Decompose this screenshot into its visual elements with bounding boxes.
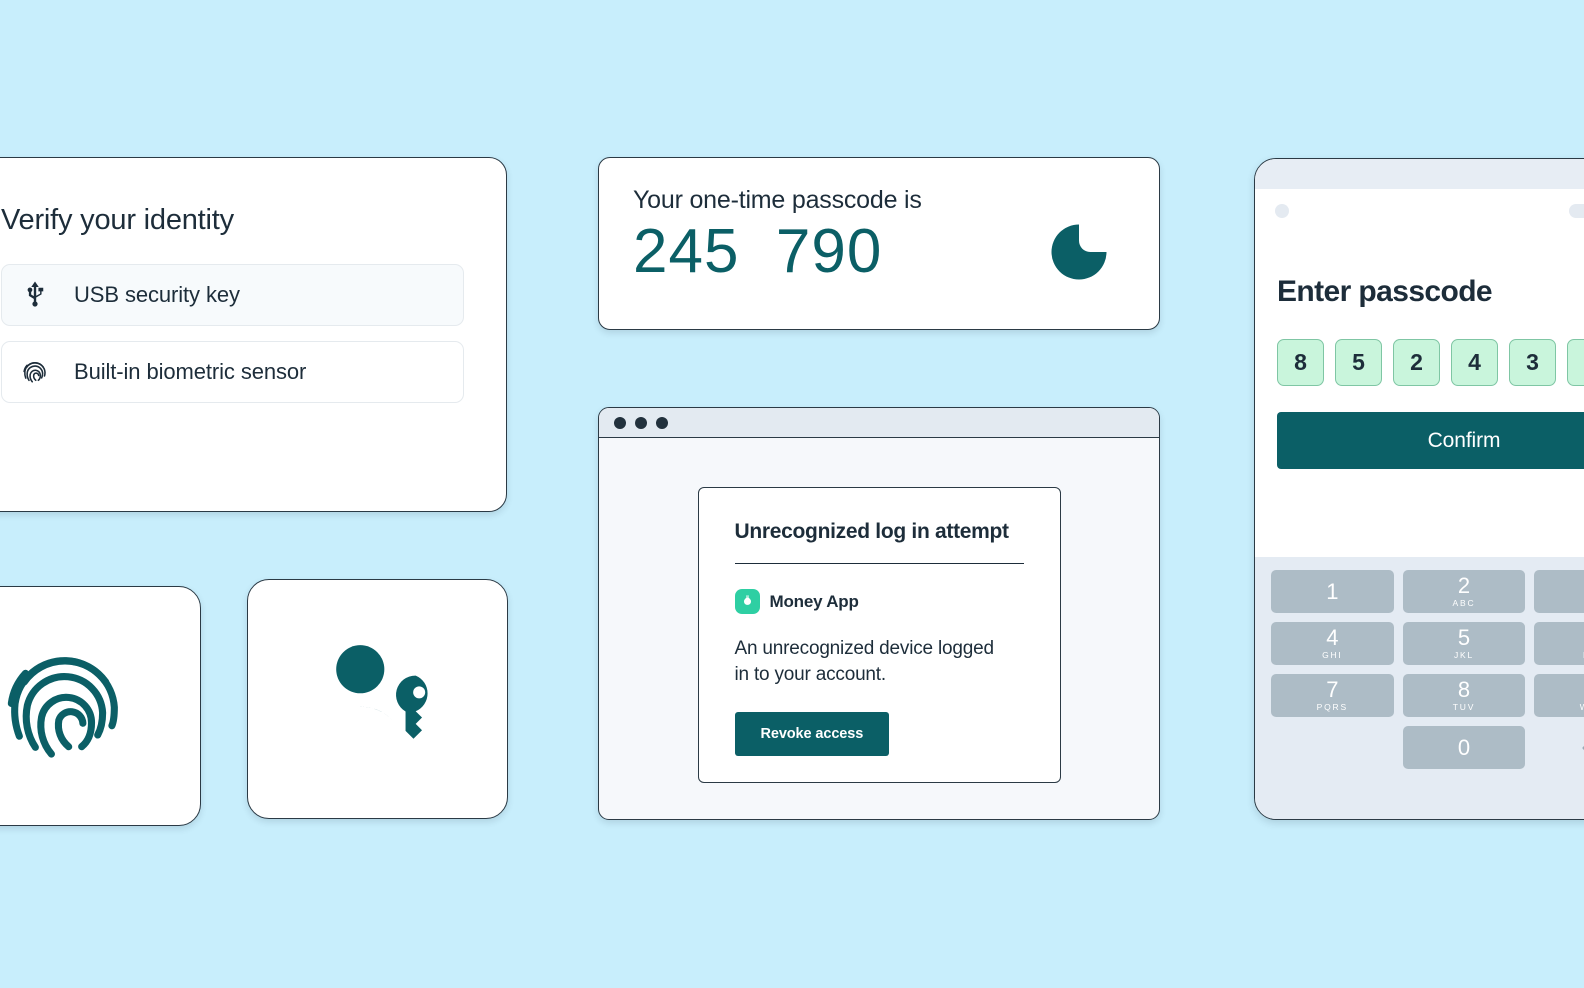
keypad-key-number: 7 bbox=[1326, 677, 1339, 703]
user-key-icon bbox=[302, 623, 454, 775]
passcode-digit-3[interactable]: 2 bbox=[1393, 339, 1440, 386]
alert-title: Unrecognized log in attempt bbox=[734, 520, 1010, 543]
keypad-key-letters: WXYZ bbox=[1580, 703, 1584, 712]
keypad-key-letters: PQRS bbox=[1316, 702, 1348, 713]
usb-icon bbox=[18, 278, 52, 312]
canvas: Verify your identity USB security key Bu… bbox=[0, 0, 1584, 988]
keypad-key-9[interactable]: 9WXYZ bbox=[1534, 674, 1584, 717]
keypad-key-letters: ABC bbox=[1452, 598, 1476, 609]
money-bag-icon bbox=[734, 589, 760, 615]
alert-body-text: An unrecognized device logged in to your… bbox=[734, 638, 995, 686]
keypad-key-number: 5 bbox=[1457, 625, 1471, 651]
phone-mockup: Enter passcode 852437 Confirm 12ABC3DEF4… bbox=[1254, 158, 1584, 820]
passcode-digit-4[interactable]: 4 bbox=[1451, 339, 1498, 386]
keypad-key-7[interactable]: 7 PQRS bbox=[1271, 674, 1394, 717]
verify-identity-card: Verify your identity USB security key Bu… bbox=[0, 157, 507, 512]
keypad-key-letters: GHI bbox=[1322, 650, 1343, 661]
browser-window: Unrecognized log in attempt Money App An… bbox=[598, 407, 1160, 820]
keypad-key-number: 4 bbox=[1326, 625, 1339, 651]
keypad-grid: 12ABC3DEF4GHI5JKL6MNO7PQRS8TUV9WXYZ0 bbox=[1271, 570, 1584, 769]
fingerprint-icon bbox=[0, 632, 139, 780]
divider bbox=[734, 563, 1024, 565]
backspace-icon[interactable] bbox=[1534, 726, 1584, 769]
passcode-digit-5[interactable]: 3 bbox=[1509, 339, 1556, 386]
keypad-key-3[interactable]: 3DEF bbox=[1534, 570, 1584, 613]
app-identity-row: Money App bbox=[734, 589, 1024, 615]
phone-status-bar bbox=[1255, 159, 1584, 189]
method-label: USB security key bbox=[74, 282, 240, 307]
keypad-key-number: 0 bbox=[1457, 734, 1471, 760]
phone-screen: Enter passcode 852437 Confirm bbox=[1255, 233, 1584, 557]
app-name: Money App bbox=[769, 591, 859, 611]
window-maximize-dot[interactable] bbox=[656, 416, 668, 429]
keypad-key-1[interactable]: 1 bbox=[1271, 570, 1394, 613]
browser-titlebar bbox=[599, 408, 1159, 438]
keypad-key-letters: JKL bbox=[1453, 650, 1475, 661]
confirm-button[interactable]: Confirm bbox=[1277, 412, 1584, 469]
fingerprint-icon bbox=[18, 355, 52, 389]
keypad-key-number: 8 bbox=[1457, 677, 1471, 703]
window-close-dot[interactable] bbox=[614, 416, 626, 429]
passcode-digit-1[interactable]: 8 bbox=[1277, 339, 1324, 386]
method-label: Built-in biometric sensor bbox=[74, 359, 307, 384]
method-option-biometric-sensor[interactable]: Built-in biometric sensor bbox=[1, 341, 464, 403]
keypad-key-5[interactable]: 5 JKL bbox=[1402, 622, 1526, 665]
keypad-key-number: 2 bbox=[1457, 573, 1471, 599]
method-option-usb-security-key[interactable]: USB security key bbox=[1, 264, 464, 326]
phone-chrome-pill bbox=[1569, 204, 1584, 218]
one-time-passcode-card: Your one-time passcode is 245 790 bbox=[598, 157, 1160, 330]
enter-passcode-heading: Enter passcode bbox=[1277, 275, 1493, 308]
window-minimize-dot[interactable] bbox=[635, 416, 647, 429]
phone-app-chrome bbox=[1255, 189, 1584, 233]
revoke-access-button[interactable]: Revoke access bbox=[734, 712, 890, 757]
pie-timer-icon bbox=[1049, 222, 1109, 282]
user-key-tile bbox=[247, 579, 508, 819]
keypad-key-0[interactable]: 0 bbox=[1402, 726, 1526, 769]
phone-chrome-dot bbox=[1275, 204, 1289, 218]
keypad-blank bbox=[1271, 726, 1394, 769]
page-title: Verify your identity bbox=[1, 204, 234, 236]
keypad-key-4[interactable]: 4 GHI bbox=[1271, 622, 1394, 665]
fingerprint-tile bbox=[0, 586, 201, 826]
otp-code-value: 245 790 bbox=[633, 217, 883, 286]
unrecognized-login-alert-card: Unrecognized log in attempt Money App An… bbox=[697, 487, 1061, 783]
keypad-key-8[interactable]: 8 TUV bbox=[1402, 674, 1526, 717]
keypad-key-letters: TUV bbox=[1452, 702, 1476, 713]
otp-label: Your one-time passcode is bbox=[633, 186, 922, 214]
numeric-keypad: 12ABC3DEF4GHI5JKL6MNO7PQRS8TUV9WXYZ0 bbox=[1255, 557, 1584, 819]
browser-viewport: Unrecognized log in attempt Money App An… bbox=[599, 438, 1159, 783]
keypad-key-number: 1 bbox=[1326, 578, 1339, 604]
keypad-key-2[interactable]: 2 ABC bbox=[1402, 570, 1526, 613]
keypad-key-6[interactable]: 6MNO bbox=[1534, 622, 1584, 665]
passcode-digit-2[interactable]: 5 bbox=[1335, 339, 1382, 386]
passcode-digit-6[interactable]: 7 bbox=[1567, 339, 1584, 386]
passcode-input-group[interactable]: 852437 bbox=[1277, 339, 1584, 386]
